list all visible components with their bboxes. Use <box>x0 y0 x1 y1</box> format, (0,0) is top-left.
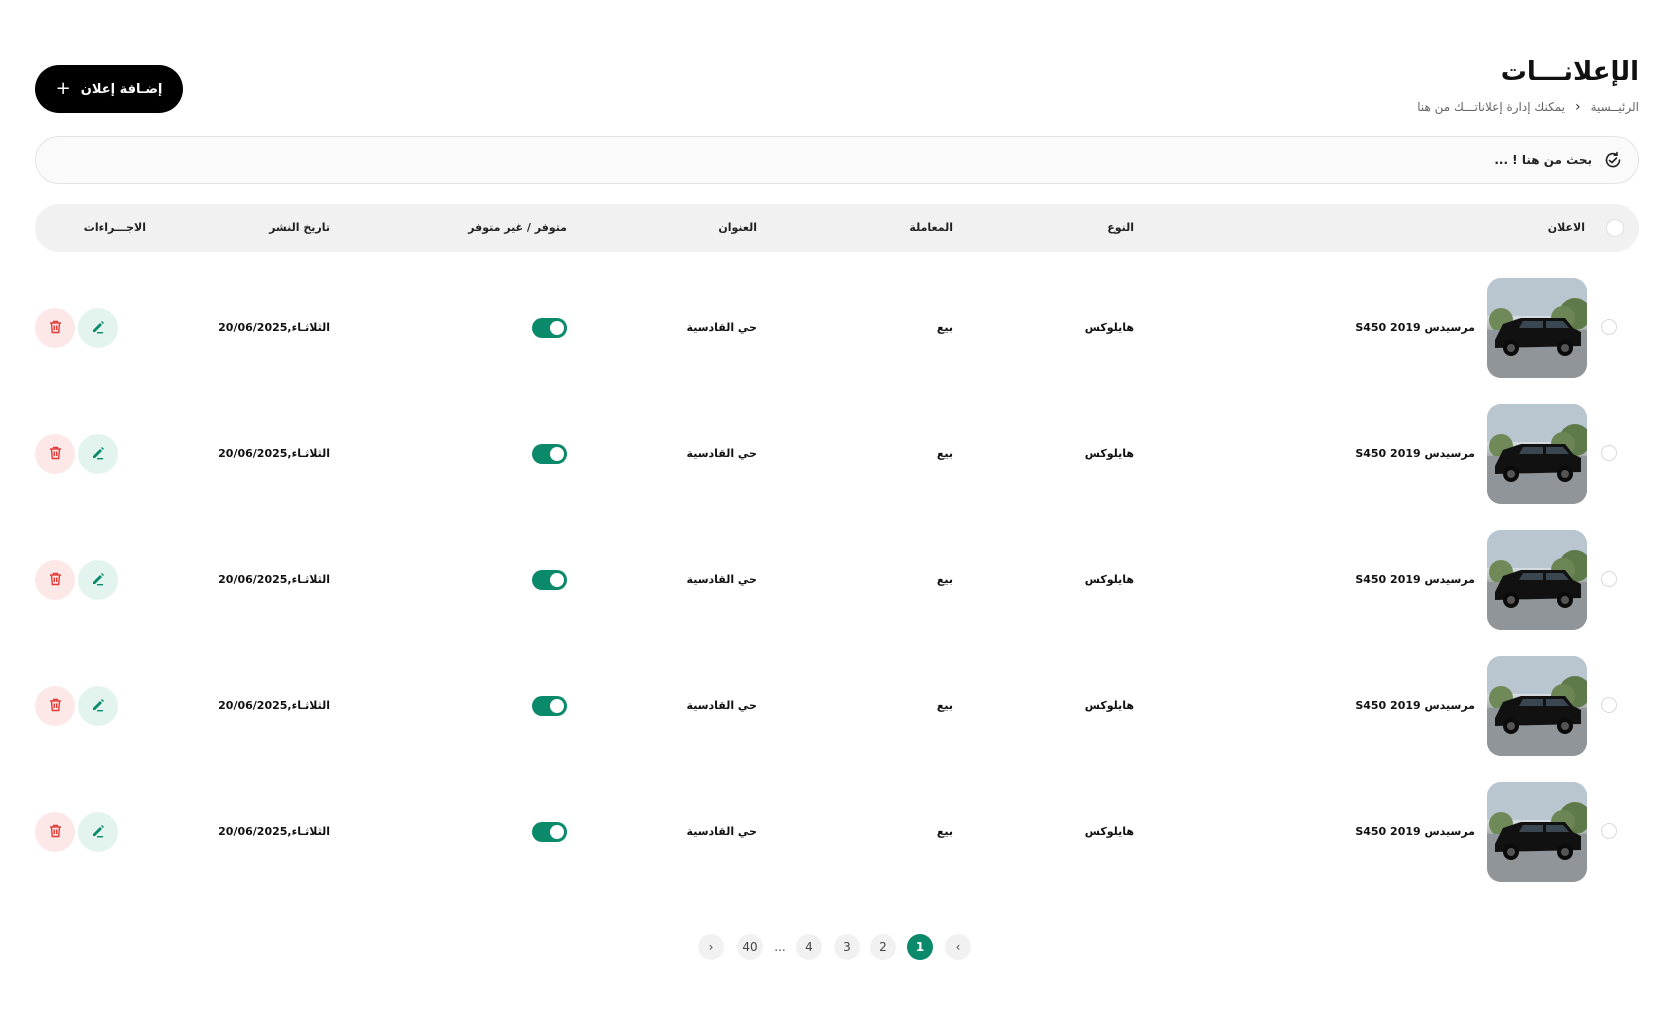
ad-type: هايلوكس <box>1084 573 1134 586</box>
ad-thumbnail[interactable] <box>1487 404 1587 504</box>
table-row: مرسيدس 2019 S450 هايلوكس بيع حي القادسية الث… <box>35 782 1639 882</box>
delete-button[interactable] <box>35 308 75 348</box>
column-address: العنوان <box>718 221 757 234</box>
availability-toggle[interactable] <box>532 696 567 716</box>
table-row: مرسيدس 2019 S450 هايلوكس بيع حي القادسية الث… <box>35 530 1639 630</box>
search-input[interactable] <box>1192 153 1592 167</box>
column-availability: متوفر / غير متوفر <box>468 221 567 234</box>
add-ad-label: إضـافة إعلان <box>80 81 163 97</box>
ad-date: الثلاثـاء,20/06/2025 <box>218 321 330 334</box>
column-actions: الاجـــراءات <box>83 221 146 234</box>
page-2[interactable]: 2 <box>870 934 896 960</box>
ad-deal: بيع <box>936 447 953 460</box>
pagination: › 1 2 3 4 ... 40 ‹ <box>0 934 1659 960</box>
pagination-prev-button[interactable]: › <box>945 934 971 960</box>
ad-deal: بيع <box>936 699 953 712</box>
delete-button[interactable] <box>35 434 75 474</box>
ad-title[interactable]: مرسيدس 2019 S450 <box>1355 530 1475 630</box>
delete-button[interactable] <box>35 560 75 600</box>
trash-icon <box>49 445 62 464</box>
breadcrumb: الرئيــسية ‹ يمكنك إدارة إعلاناتـــك من … <box>1417 99 1639 115</box>
ad-type: هايلوكس <box>1084 699 1134 712</box>
ad-title[interactable]: مرسيدس 2019 S450 <box>1355 404 1475 504</box>
ad-deal: بيع <box>936 573 953 586</box>
page-3[interactable]: 3 <box>834 934 860 960</box>
pencil-icon <box>91 571 105 590</box>
edit-button[interactable] <box>78 434 118 474</box>
select-all-checkbox[interactable] <box>1606 219 1624 237</box>
availability-toggle[interactable] <box>532 570 567 590</box>
delete-button[interactable] <box>35 686 75 726</box>
row-checkbox[interactable] <box>1601 571 1617 587</box>
table-row: مرسيدس 2019 S450 هايلوكس بيع حي القادسية الث… <box>35 278 1639 378</box>
edit-button[interactable] <box>78 308 118 348</box>
availability-toggle[interactable] <box>532 318 567 338</box>
ad-date: الثلاثـاء,20/06/2025 <box>218 573 330 586</box>
ad-date: الثلاثـاء,20/06/2025 <box>218 699 330 712</box>
ad-address: حي القادسية <box>686 699 757 712</box>
trash-icon <box>49 571 62 590</box>
row-checkbox[interactable] <box>1601 445 1617 461</box>
ad-type: هايلوكس <box>1084 825 1134 838</box>
table-header: الاعلان النوع المعاملة العنوان متوفر / غ… <box>35 204 1639 252</box>
ad-deal: بيع <box>936 321 953 334</box>
edit-button[interactable] <box>78 686 118 726</box>
column-type: النوع <box>1107 221 1134 234</box>
ad-title[interactable]: مرسيدس 2019 S450 <box>1355 278 1475 378</box>
trash-icon <box>49 697 62 716</box>
pencil-icon <box>91 319 105 338</box>
chevron-left-icon: ‹ <box>1575 99 1581 115</box>
add-ad-button[interactable]: إضـافة إعلان + <box>35 65 183 113</box>
trash-icon <box>49 319 62 338</box>
ad-title[interactable]: مرسيدس 2019 S450 <box>1355 656 1475 756</box>
edit-button[interactable] <box>78 560 118 600</box>
ad-thumbnail[interactable] <box>1487 656 1587 756</box>
breadcrumb-current: يمكنك إدارة إعلاناتـــك من هنا <box>1417 100 1566 114</box>
ad-date: الثلاثـاء,20/06/2025 <box>218 825 330 838</box>
ad-thumbnail[interactable] <box>1487 278 1587 378</box>
row-checkbox[interactable] <box>1601 697 1617 713</box>
row-checkbox[interactable] <box>1601 823 1617 839</box>
availability-toggle[interactable] <box>532 444 567 464</box>
ad-address: حي القادسية <box>686 447 757 460</box>
plus-icon: + <box>55 78 71 99</box>
pencil-icon <box>91 823 105 842</box>
pencil-icon <box>91 445 105 464</box>
page-header: الإعلانـــات الرئيــسية ‹ يمكنك إدارة إع… <box>35 55 1639 115</box>
delete-button[interactable] <box>35 812 75 852</box>
search-bar <box>35 136 1639 184</box>
ad-thumbnail[interactable] <box>1487 530 1587 630</box>
page-4[interactable]: 4 <box>796 934 822 960</box>
edit-button[interactable] <box>78 812 118 852</box>
trash-icon <box>49 823 62 842</box>
ad-address: حي القادسية <box>686 573 757 586</box>
column-date: تاريخ النشر <box>269 221 330 234</box>
ad-thumbnail[interactable] <box>1487 782 1587 882</box>
column-deal: المعاملة <box>909 221 953 234</box>
pagination-ellipsis: ... <box>774 940 786 954</box>
page-title: الإعلانـــات <box>1500 57 1639 87</box>
breadcrumb-home[interactable]: الرئيــسية <box>1591 100 1639 114</box>
availability-toggle[interactable] <box>532 822 567 842</box>
row-checkbox[interactable] <box>1601 319 1617 335</box>
ad-type: هايلوكس <box>1084 447 1134 460</box>
search-icon[interactable] <box>1602 149 1624 171</box>
ad-address: حي القادسية <box>686 825 757 838</box>
page-1[interactable]: 1 <box>907 934 933 960</box>
ad-address: حي القادسية <box>686 321 757 334</box>
table-row: مرسيدس 2019 S450 هايلوكس بيع حي القادسية الث… <box>35 404 1639 504</box>
table-row: مرسيدس 2019 S450 هايلوكس بيع حي القادسية الث… <box>35 656 1639 756</box>
ad-date: الثلاثـاء,20/06/2025 <box>218 447 330 460</box>
ad-deal: بيع <box>936 825 953 838</box>
ad-title[interactable]: مرسيدس 2019 S450 <box>1355 782 1475 882</box>
pagination-next-button[interactable]: ‹ <box>698 934 724 960</box>
column-ad: الاعلان <box>1547 221 1585 234</box>
pencil-icon <box>91 697 105 716</box>
page-40[interactable]: 40 <box>737 934 763 960</box>
ad-type: هايلوكس <box>1084 321 1134 334</box>
